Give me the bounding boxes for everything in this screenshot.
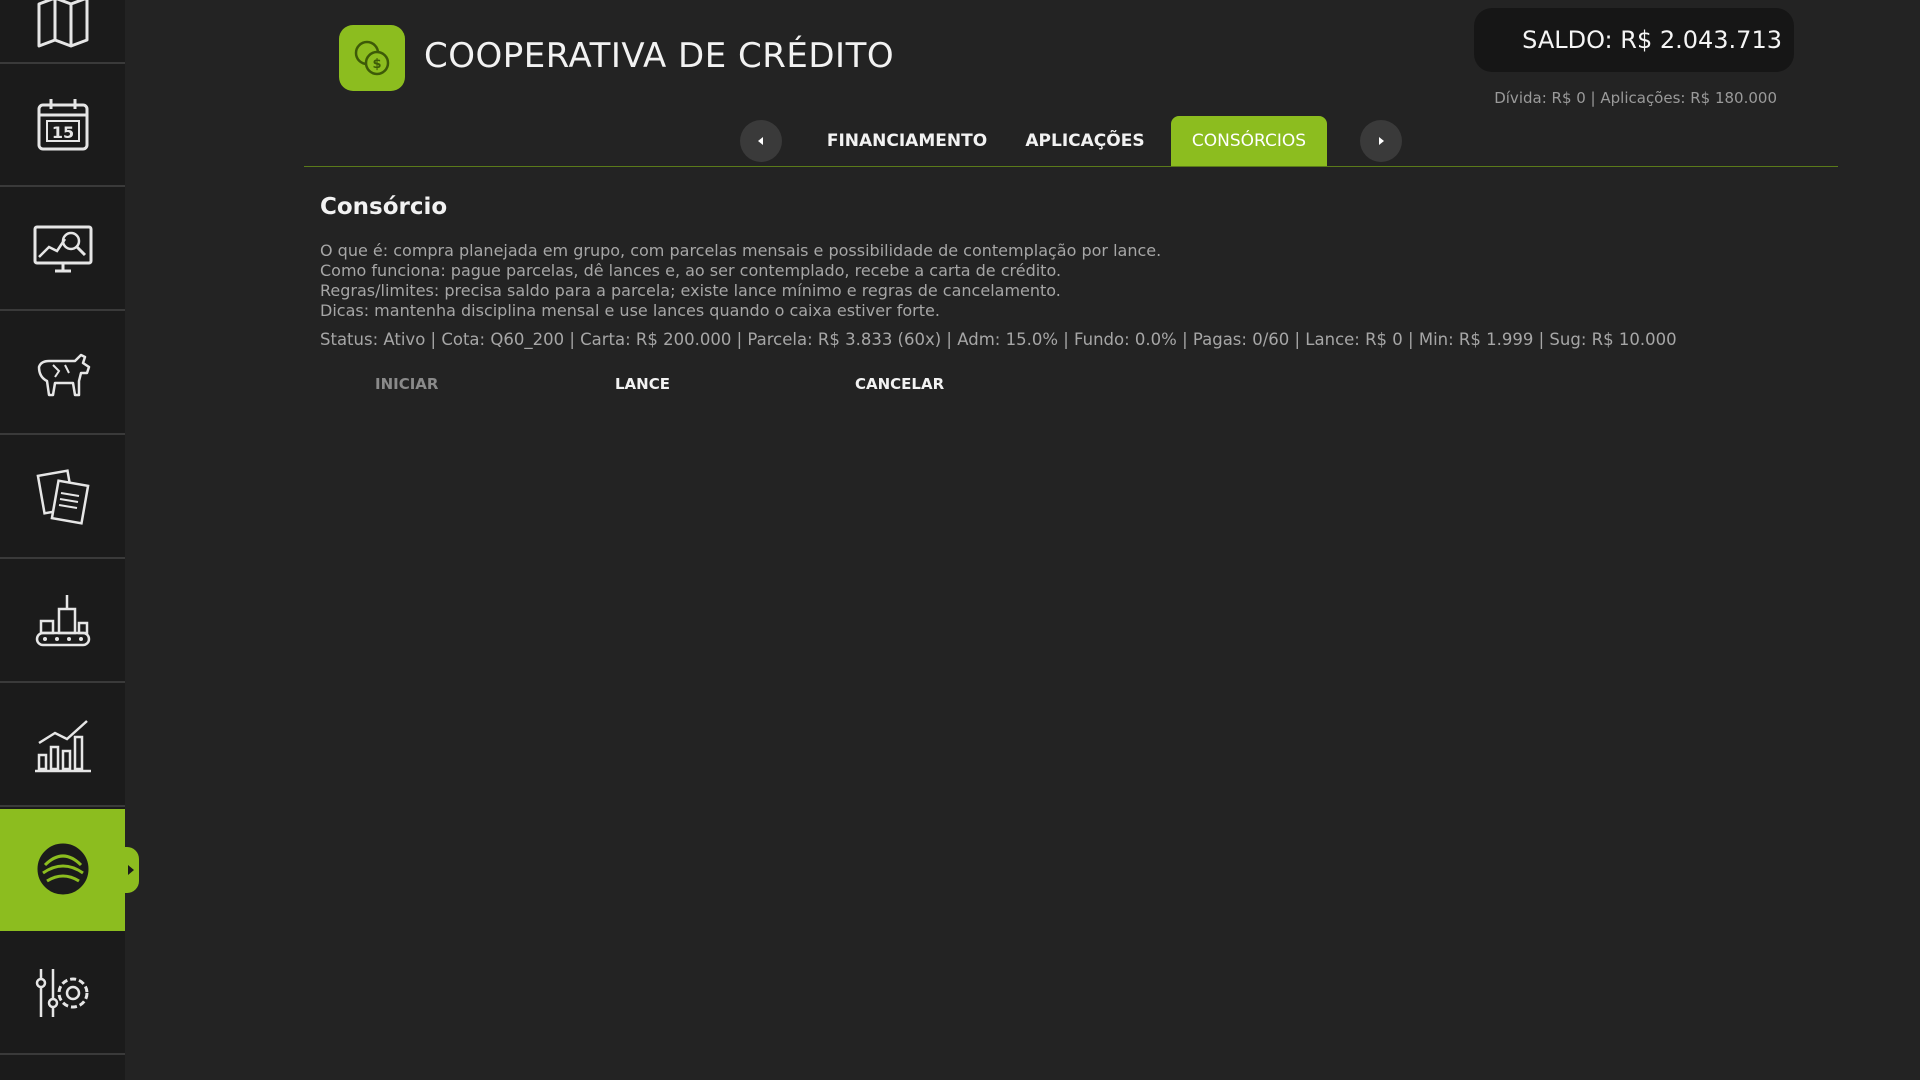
description-line: Dicas: mantenha disciplina mensal e use … (320, 301, 940, 320)
prev-tab-button[interactable] (740, 120, 782, 162)
sidebar-item-more[interactable] (0, 1058, 125, 1080)
page-title: COOPERATIVA DE CRÉDITO (424, 36, 895, 76)
start-button[interactable]: INICIAR (375, 375, 438, 393)
balance-details: Dívida: R$ 0 | Aplicações: R$ 180.000 (1494, 89, 1777, 107)
sidebar-item-statistics[interactable] (0, 685, 125, 807)
svg-text:$: $ (372, 57, 381, 72)
description-line: Regras/limites: precisa saldo para a par… (320, 281, 1061, 300)
section-title: Consórcio (320, 194, 448, 220)
active-indicator (125, 847, 139, 893)
map-icon (37, 0, 88, 48)
tab-aplicacoes[interactable]: APLICAÇÕES (1020, 116, 1150, 166)
contracts-icon (35, 469, 90, 525)
sidebar-item-map[interactable] (0, 0, 125, 64)
section-description: O que é: compra planejada em grupo, com … (320, 241, 1720, 321)
cow-icon (37, 353, 90, 397)
app-logo: $ (339, 25, 405, 91)
sidebar-item-animals[interactable] (0, 313, 125, 435)
description-line: O que é: compra planejada em grupo, com … (320, 241, 1162, 260)
tab-bar: FINANCIAMENTO APLICAÇÕES CONSÓRCIOS (0, 116, 1920, 168)
factory-icon (35, 595, 90, 647)
chevron-left-icon (758, 137, 763, 145)
sidebar-item-production[interactable] (0, 561, 125, 683)
balance-text: SALDO: R$ 2.043.713 (1522, 26, 1782, 54)
status-line: Status: Ativo | Cota: Q60_200 | Carta: R… (320, 330, 1677, 349)
settings-icon (35, 969, 88, 1017)
balance-display: SALDO: R$ 2.043.713 (1474, 8, 1794, 72)
monitor-analytics-icon (33, 225, 92, 273)
description-line: Como funciona: pague parcelas, dê lances… (320, 261, 1062, 280)
bar-chart-icon (34, 720, 91, 773)
sidebar-item-contracts[interactable] (0, 437, 125, 559)
tab-consorcios[interactable]: CONSÓRCIOS (1171, 116, 1327, 166)
chevron-right-icon (1379, 137, 1384, 145)
cancel-button[interactable]: CANCELAR (855, 375, 944, 393)
bid-button[interactable]: LANCE (615, 375, 670, 393)
coins-icon: $ (354, 40, 390, 76)
finance-icon (37, 843, 88, 895)
tab-financiamento[interactable]: FINANCIAMENTO (822, 116, 992, 166)
sidebar-item-settings[interactable] (0, 933, 125, 1055)
tab-divider (304, 166, 1838, 167)
sidebar-item-finance[interactable] (0, 809, 139, 931)
sidebar-item-analytics[interactable] (0, 189, 125, 311)
next-tab-button[interactable] (1360, 120, 1402, 162)
